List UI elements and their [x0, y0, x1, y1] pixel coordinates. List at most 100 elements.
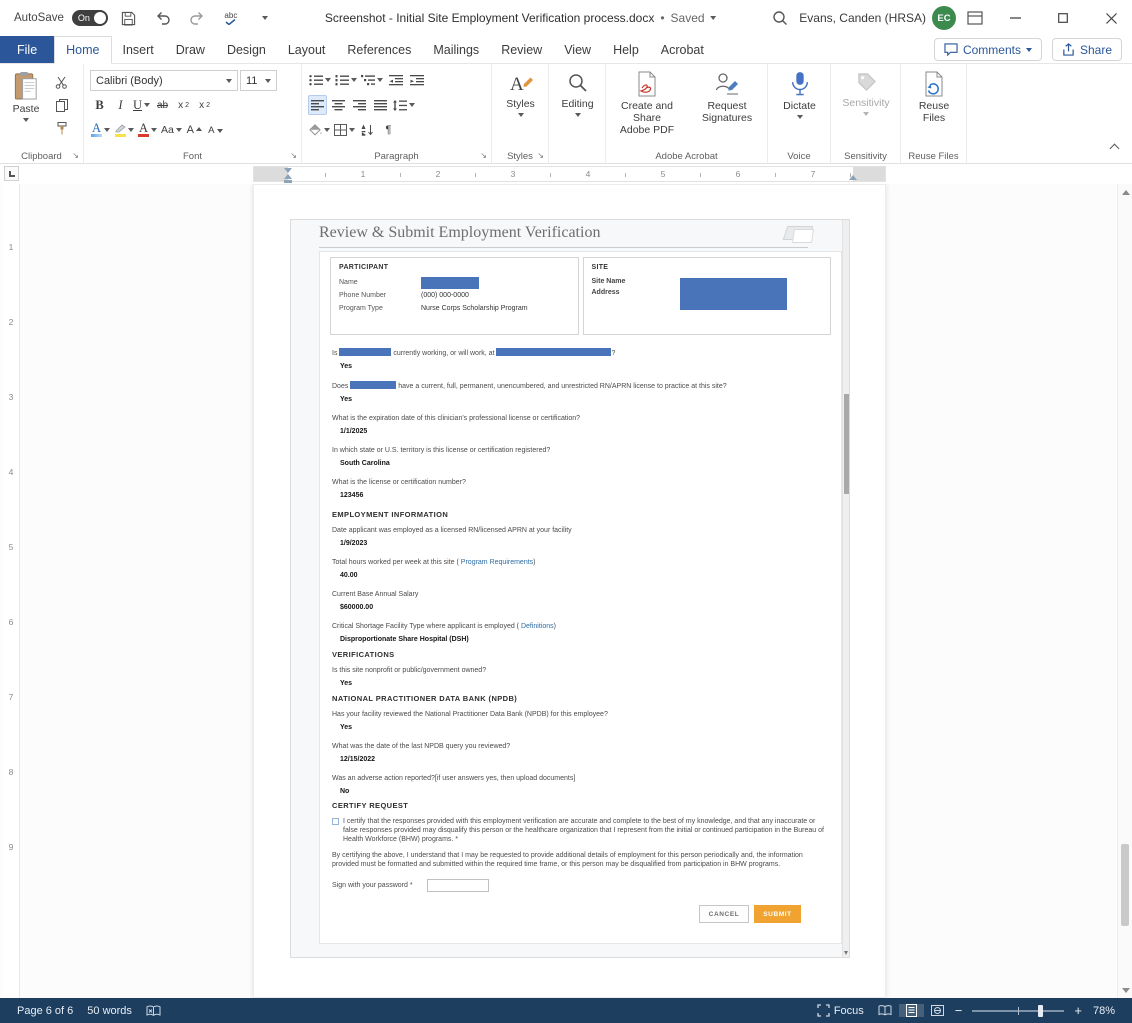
maximize-button[interactable]: [1042, 0, 1084, 36]
first-line-indent-marker[interactable]: [284, 168, 292, 173]
multilevel-list-button[interactable]: [360, 70, 384, 90]
reuse-files-button[interactable]: ReuseFiles: [901, 64, 967, 124]
paste-button[interactable]: Paste: [4, 64, 48, 122]
hanging-indent-marker[interactable]: [284, 174, 292, 179]
title-chevron-icon[interactable]: [711, 16, 717, 20]
tab-insert[interactable]: Insert: [112, 36, 165, 63]
user-name[interactable]: Evans, Canden (HRSA): [799, 11, 926, 25]
bullets-button[interactable]: [308, 70, 332, 90]
vertical-scrollbar[interactable]: [1117, 184, 1132, 998]
scrollbar-thumb[interactable]: [1121, 844, 1129, 926]
align-center-button[interactable]: [329, 95, 348, 115]
minimize-button[interactable]: [994, 0, 1036, 36]
create-share-pdf-button[interactable]: Create and ShareAdobe PDF: [608, 64, 686, 136]
show-paragraph-marks-button[interactable]: ¶: [379, 120, 398, 140]
customize-toolbar-chevron-icon[interactable]: [252, 5, 278, 31]
italic-button[interactable]: I: [111, 95, 130, 115]
embedded-scroll-down-icon[interactable]: [844, 951, 848, 955]
spellcheck-icon[interactable]: abc: [218, 5, 244, 31]
close-button[interactable]: [1090, 0, 1132, 36]
cancel-button[interactable]: CANCEL: [699, 905, 749, 923]
styles-button[interactable]: A Styles: [492, 64, 549, 117]
zoom-slider-thumb[interactable]: [1038, 1005, 1043, 1017]
web-layout-button[interactable]: [924, 1004, 951, 1017]
dialog-launcher-icon[interactable]: ↘: [537, 152, 544, 160]
change-case-button[interactable]: Aa: [160, 120, 183, 140]
proofing-errors-button[interactable]: [139, 998, 168, 1023]
font-size-select[interactable]: 11: [240, 70, 277, 91]
shading-button[interactable]: [308, 120, 331, 140]
dictate-button[interactable]: Dictate: [768, 64, 831, 119]
zoom-in-button[interactable]: +: [1070, 1003, 1086, 1018]
tab-file[interactable]: File: [0, 36, 54, 63]
submit-button[interactable]: SUBMIT: [754, 905, 801, 923]
password-input[interactable]: [427, 879, 489, 892]
save-icon[interactable]: [116, 5, 142, 31]
scroll-down-icon[interactable]: [1118, 982, 1132, 998]
read-mode-button[interactable]: [871, 1005, 899, 1016]
numbering-button[interactable]: [334, 70, 358, 90]
program-requirements-link[interactable]: Program Requirements: [461, 559, 533, 566]
cut-button[interactable]: [52, 72, 71, 92]
bold-button[interactable]: B: [90, 95, 109, 115]
zoom-out-button[interactable]: −: [951, 1003, 967, 1018]
left-indent-marker[interactable]: [284, 180, 292, 183]
copy-button[interactable]: [52, 95, 71, 115]
page-indicator[interactable]: Page 6 of 6: [10, 998, 80, 1023]
subscript-button[interactable]: x2: [174, 95, 193, 115]
tab-design[interactable]: Design: [216, 36, 277, 63]
align-right-button[interactable]: [350, 95, 369, 115]
shrink-font-button[interactable]: A: [206, 120, 225, 140]
tab-home[interactable]: Home: [54, 36, 111, 64]
grow-font-button[interactable]: A: [185, 120, 204, 140]
tab-layout[interactable]: Layout: [277, 36, 337, 63]
redo-icon[interactable]: [184, 5, 210, 31]
undo-icon[interactable]: [150, 5, 176, 31]
certify-checkbox[interactable]: [332, 818, 339, 825]
embedded-image-scrollbar[interactable]: [842, 220, 849, 957]
right-indent-marker[interactable]: [849, 175, 857, 180]
tab-draw[interactable]: Draw: [165, 36, 216, 63]
zoom-percentage[interactable]: 78%: [1086, 1005, 1122, 1017]
justify-button[interactable]: [371, 95, 390, 115]
tab-stop-selector[interactable]: [4, 166, 19, 181]
highlight-color-button[interactable]: [113, 120, 135, 140]
tab-view[interactable]: View: [553, 36, 602, 63]
dialog-launcher-icon[interactable]: ↘: [72, 152, 79, 160]
tab-help[interactable]: Help: [602, 36, 650, 63]
scroll-up-icon[interactable]: [1118, 184, 1132, 200]
font-name-select[interactable]: Calibri (Body): [90, 70, 238, 91]
line-spacing-button[interactable]: [392, 95, 416, 115]
zoom-slider[interactable]: [972, 1010, 1064, 1012]
increase-indent-button[interactable]: [407, 70, 426, 90]
dialog-launcher-icon[interactable]: ↘: [480, 152, 487, 160]
dialog-launcher-icon[interactable]: ↘: [290, 152, 297, 160]
tab-acrobat[interactable]: Acrobat: [650, 36, 715, 63]
sort-button[interactable]: [358, 120, 377, 140]
superscript-button[interactable]: x2: [195, 95, 214, 115]
embedded-scrollbar-thumb[interactable]: [844, 394, 849, 494]
search-icon[interactable]: [767, 5, 793, 31]
editing-button[interactable]: Editing: [549, 64, 606, 117]
embedded-screenshot-image[interactable]: Review & Submit Employment Verification …: [290, 219, 850, 958]
align-left-button[interactable]: [308, 95, 327, 115]
focus-button[interactable]: Focus: [810, 1004, 871, 1017]
document-page[interactable]: Review & Submit Employment Verification …: [253, 184, 886, 998]
comments-button[interactable]: Comments: [934, 38, 1042, 61]
window-title[interactable]: Screenshot - Initial Site Employment Ver…: [325, 11, 717, 25]
decrease-indent-button[interactable]: [386, 70, 405, 90]
font-color-button[interactable]: A: [137, 120, 158, 140]
avatar[interactable]: EC: [932, 6, 956, 30]
tab-mailings[interactable]: Mailings: [422, 36, 490, 63]
autosave-toggle[interactable]: On: [72, 10, 108, 26]
text-effects-button[interactable]: A: [90, 120, 111, 140]
print-layout-button[interactable]: [899, 1004, 924, 1017]
strikethrough-button[interactable]: ab: [153, 95, 172, 115]
word-count[interactable]: 50 words: [80, 998, 139, 1023]
collapse-ribbon-chevron-icon[interactable]: [1111, 141, 1118, 155]
format-painter-button[interactable]: [52, 118, 71, 138]
tab-references[interactable]: References: [336, 36, 422, 63]
borders-button[interactable]: [333, 120, 356, 140]
request-signatures-button[interactable]: RequestSignatures: [688, 64, 766, 124]
underline-button[interactable]: U: [132, 95, 151, 115]
